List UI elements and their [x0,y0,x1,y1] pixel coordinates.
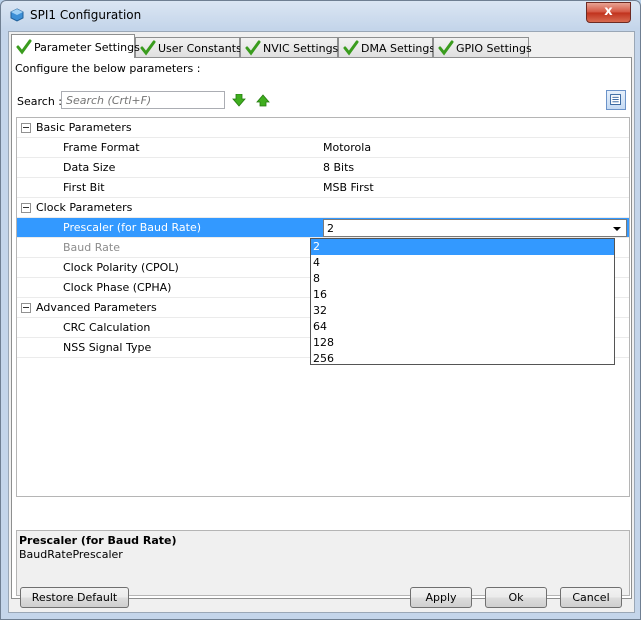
prescaler-dropdown[interactable]: 2 [323,219,627,237]
list-view-button[interactable] [606,90,626,110]
apply-button[interactable]: Apply [410,587,472,608]
restore-default-button[interactable]: Restore Default [20,587,129,608]
search-label: Search : [17,95,62,108]
param-name: Baud Rate [63,241,120,254]
dropdown-option[interactable]: 2 [311,239,614,255]
param-name: Data Size [63,161,116,174]
chevron-down-icon[interactable] [613,227,621,231]
configure-instructions: Configure the below parameters : [15,62,201,75]
param-name: First Bit [63,181,105,194]
cancel-button[interactable]: Cancel [560,587,622,608]
param-row[interactable]: Data Size 8 Bits [17,158,629,178]
dropdown-option[interactable]: 16 [311,287,614,303]
tab-label: Parameter Settings [34,41,140,54]
dropdown-option[interactable]: 8 [311,271,614,287]
group-label: Clock Parameters [36,201,133,214]
close-button[interactable]: x [586,2,631,23]
check-icon [140,40,156,56]
param-value[interactable]: Motorola [323,141,371,154]
title-bar[interactable]: SPI1 Configuration x [1,1,640,30]
app-cube-icon [10,8,24,22]
check-icon [343,40,359,56]
search-input[interactable] [61,91,225,109]
list-view-icon [610,94,621,105]
tab-label: User Constants [158,42,242,55]
ok-button[interactable]: Ok [485,587,547,608]
tab-label: DMA Settings [361,42,436,55]
tab-dma-settings[interactable]: DMA Settings [338,37,436,57]
group-label: Advanced Parameters [36,301,157,314]
param-name: Clock Polarity (CPOL) [63,261,179,274]
dropdown-value: 2 [327,222,334,235]
collapse-icon[interactable] [21,203,31,213]
param-name: Frame Format [63,141,140,154]
param-name: Prescaler (for Baud Rate) [63,221,202,234]
dropdown-option[interactable]: 64 [311,319,614,335]
arrow-down-icon[interactable] [232,94,246,107]
dropdown-option[interactable]: 4 [311,255,614,271]
window-title: SPI1 Configuration [30,8,142,22]
dropdown-option[interactable]: 256 [311,351,614,367]
tab-user-constants[interactable]: User Constants [135,37,242,57]
check-icon [16,39,32,55]
param-row-selected[interactable]: Prescaler (for Baud Rate) 2 [17,218,629,238]
check-icon [245,40,261,56]
param-row[interactable]: Frame Format Motorola [17,138,629,158]
arrow-up-icon[interactable] [256,94,270,107]
tab-nvic-settings[interactable]: NVIC Settings [240,37,338,57]
dropdown-option[interactable]: 32 [311,303,614,319]
tab-gpio-settings[interactable]: GPIO Settings [433,37,532,57]
prescaler-options-list: 2 4 8 16 32 64 128 256 [310,238,615,365]
group-basic-parameters[interactable]: Basic Parameters [17,118,629,138]
description-title: Prescaler (for Baud Rate) [19,534,177,547]
dropdown-option[interactable]: 128 [311,335,614,351]
collapse-icon[interactable] [21,303,31,313]
param-name: Clock Phase (CPHA) [63,281,172,294]
param-row[interactable]: First Bit MSB First [17,178,629,198]
param-value[interactable]: 8 Bits [323,161,354,174]
tab-label: NVIC Settings [263,42,339,55]
param-name: NSS Signal Type [63,341,152,354]
group-clock-parameters[interactable]: Clock Parameters [17,198,629,218]
param-name: CRC Calculation [63,321,151,334]
check-icon [438,40,454,56]
tab-parameter-settings[interactable]: Parameter Settings [11,34,140,58]
group-label: Basic Parameters [36,121,132,134]
param-value[interactable]: MSB First [323,181,374,194]
description-text: BaudRatePrescaler [19,548,123,561]
collapse-icon[interactable] [21,123,31,133]
tab-label: GPIO Settings [456,42,532,55]
